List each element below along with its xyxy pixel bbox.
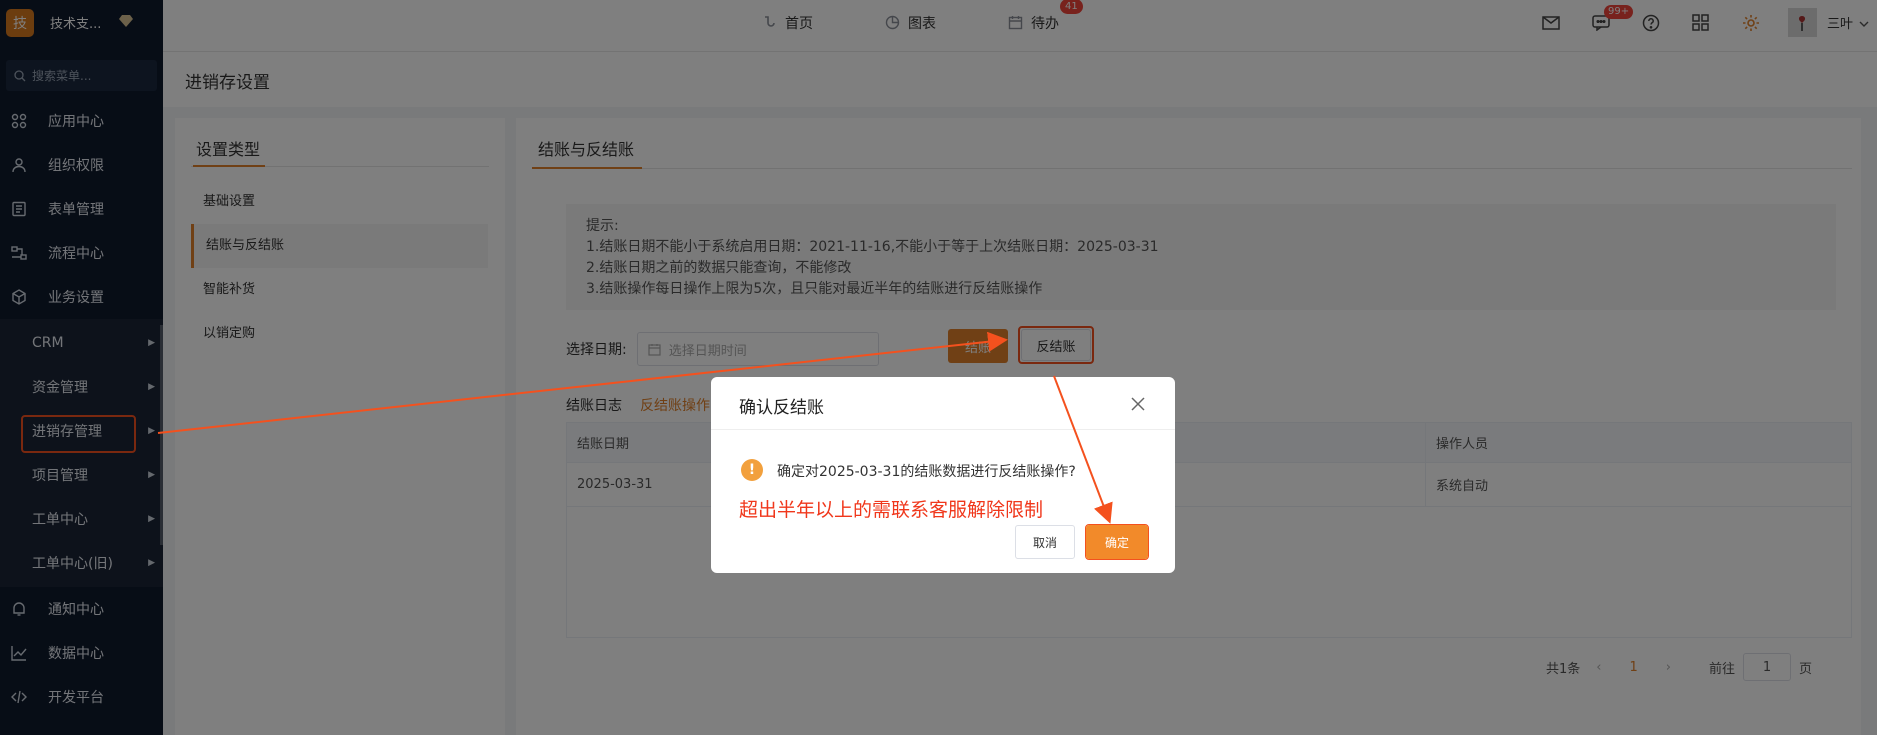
dialog-title: 确认反结账 bbox=[739, 398, 824, 418]
close-icon[interactable] bbox=[1131, 397, 1145, 415]
annotation-note: 超出半年以上的需联系客服解除限制 bbox=[739, 499, 1044, 521]
dialog-message: 确定对2025-03-31的结账数据进行反结账操作? bbox=[777, 464, 1076, 480]
modal-overlay[interactable] bbox=[0, 0, 1877, 735]
confirm-reverse-dialog: 确认反结账 ! 确定对2025-03-31的结账数据进行反结账操作? 超出半年以… bbox=[711, 377, 1175, 573]
cancel-button[interactable]: 取消 bbox=[1015, 525, 1075, 559]
warning-icon: ! bbox=[741, 459, 763, 481]
divider bbox=[711, 429, 1175, 430]
confirm-button[interactable]: 确定 bbox=[1086, 525, 1148, 559]
